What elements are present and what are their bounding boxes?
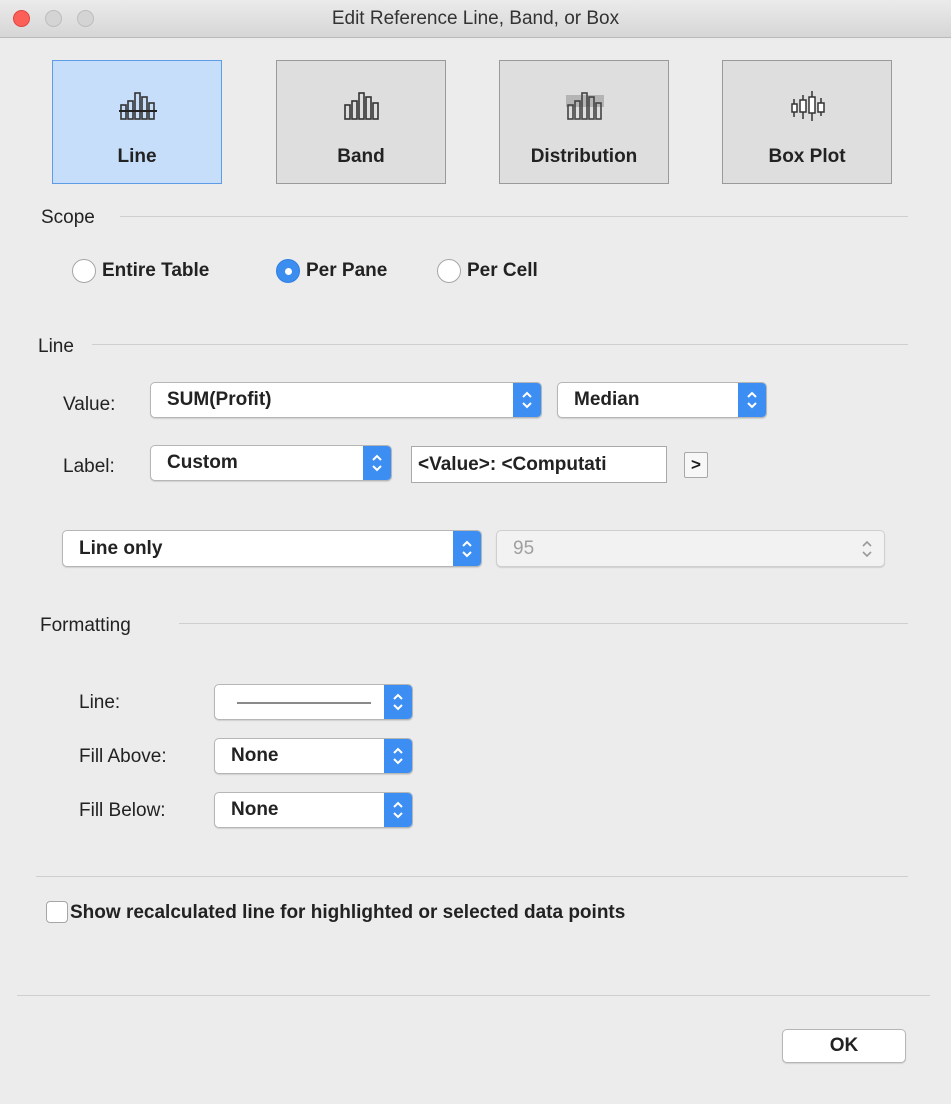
scope-per-pane-radio[interactable]: Per Pane <box>276 258 387 284</box>
label-type-select[interactable]: Custom <box>150 445 392 481</box>
formatting-heading: Formatting <box>40 615 131 636</box>
type-band-label: Band <box>337 146 385 167</box>
line-style-arrow <box>384 685 412 719</box>
box-plot-icon <box>791 91 825 121</box>
scope-per-pane-label: Per Pane <box>306 260 388 281</box>
chevron-updown-icon <box>393 747 403 765</box>
type-box-plot-button[interactable]: Box Plot <box>722 60 892 184</box>
label-text-value: <Value>: <Computati <box>418 454 607 475</box>
aggregation-text: Median <box>574 389 640 410</box>
insert-field-button[interactable]: > <box>684 452 708 478</box>
line-style-preview <box>237 702 371 704</box>
fill-below-arrow <box>384 793 412 827</box>
label-label: Label: <box>63 456 115 477</box>
scope-entire-table-label: Entire Table <box>102 260 210 281</box>
fill-below-select[interactable]: None <box>214 792 413 828</box>
chevron-updown-icon <box>462 540 472 558</box>
radio-circle <box>437 259 461 283</box>
display-select[interactable]: Line only <box>62 530 482 567</box>
title-bar: Edit Reference Line, Band, or Box <box>0 0 951 38</box>
display-arrow <box>453 531 481 566</box>
value-field-text: SUM(Profit) <box>167 389 272 410</box>
window-title: Edit Reference Line, Band, or Box <box>331 8 620 29</box>
type-band-button[interactable]: Band <box>276 60 446 184</box>
aggregation-select[interactable]: Median <box>557 382 767 418</box>
value-field-select[interactable]: SUM(Profit) <box>150 382 542 418</box>
footer-divider <box>17 995 930 996</box>
fill-above-text: None <box>231 745 279 766</box>
label-text-input[interactable]: <Value>: <Computati <box>411 446 667 483</box>
chevron-updown-icon <box>522 391 532 409</box>
fill-above-label: Fill Above: <box>79 746 167 767</box>
options-divider <box>36 876 908 877</box>
formatting-divider <box>179 623 908 624</box>
fill-above-select[interactable]: None <box>214 738 413 774</box>
line-style-label: Line: <box>79 692 121 713</box>
reference-line-icon <box>119 92 157 120</box>
type-distribution-button[interactable]: Distribution <box>499 60 669 184</box>
value-label: Value: <box>63 394 116 415</box>
display-text: Line only <box>79 538 163 559</box>
recalculate-checkbox[interactable] <box>46 901 68 923</box>
confidence-text: 95 <box>513 538 535 559</box>
fill-below-label: Fill Below: <box>79 800 166 821</box>
reference-band-icon <box>344 92 379 120</box>
chevron-updown-icon <box>747 391 757 409</box>
line-style-select[interactable] <box>214 684 413 720</box>
type-line-button[interactable]: Line <box>52 60 222 184</box>
label-type-text: Custom <box>167 452 238 473</box>
scope-per-cell-radio[interactable]: Per Cell <box>437 258 538 284</box>
line-heading: Line <box>38 336 74 357</box>
fill-below-text: None <box>231 799 279 820</box>
line-divider <box>92 344 908 345</box>
chevron-updown-icon <box>862 540 872 558</box>
value-field-arrow <box>513 383 541 417</box>
type-distribution-label: Distribution <box>530 146 638 167</box>
chevron-updown-icon <box>393 693 403 711</box>
scope-heading: Scope <box>41 207 95 228</box>
type-box-plot-label: Box Plot <box>768 146 846 167</box>
fill-above-arrow <box>384 739 412 773</box>
radio-circle <box>72 259 96 283</box>
label-type-arrow <box>363 446 391 480</box>
type-line-label: Line <box>117 146 157 167</box>
scope-divider <box>120 216 908 217</box>
confidence-stepper: 95 <box>496 530 885 567</box>
scope-per-cell-label: Per Cell <box>467 260 538 281</box>
recalculate-label: Show recalculated line for highlighted o… <box>70 902 626 923</box>
ok-button[interactable]: OK <box>782 1029 906 1063</box>
aggregation-arrow <box>738 383 766 417</box>
distribution-icon <box>566 92 604 120</box>
chevron-updown-icon <box>393 801 403 819</box>
scope-entire-table-radio[interactable]: Entire Table <box>72 258 209 284</box>
chevron-updown-icon <box>372 454 382 472</box>
radio-circle-selected <box>276 259 300 283</box>
